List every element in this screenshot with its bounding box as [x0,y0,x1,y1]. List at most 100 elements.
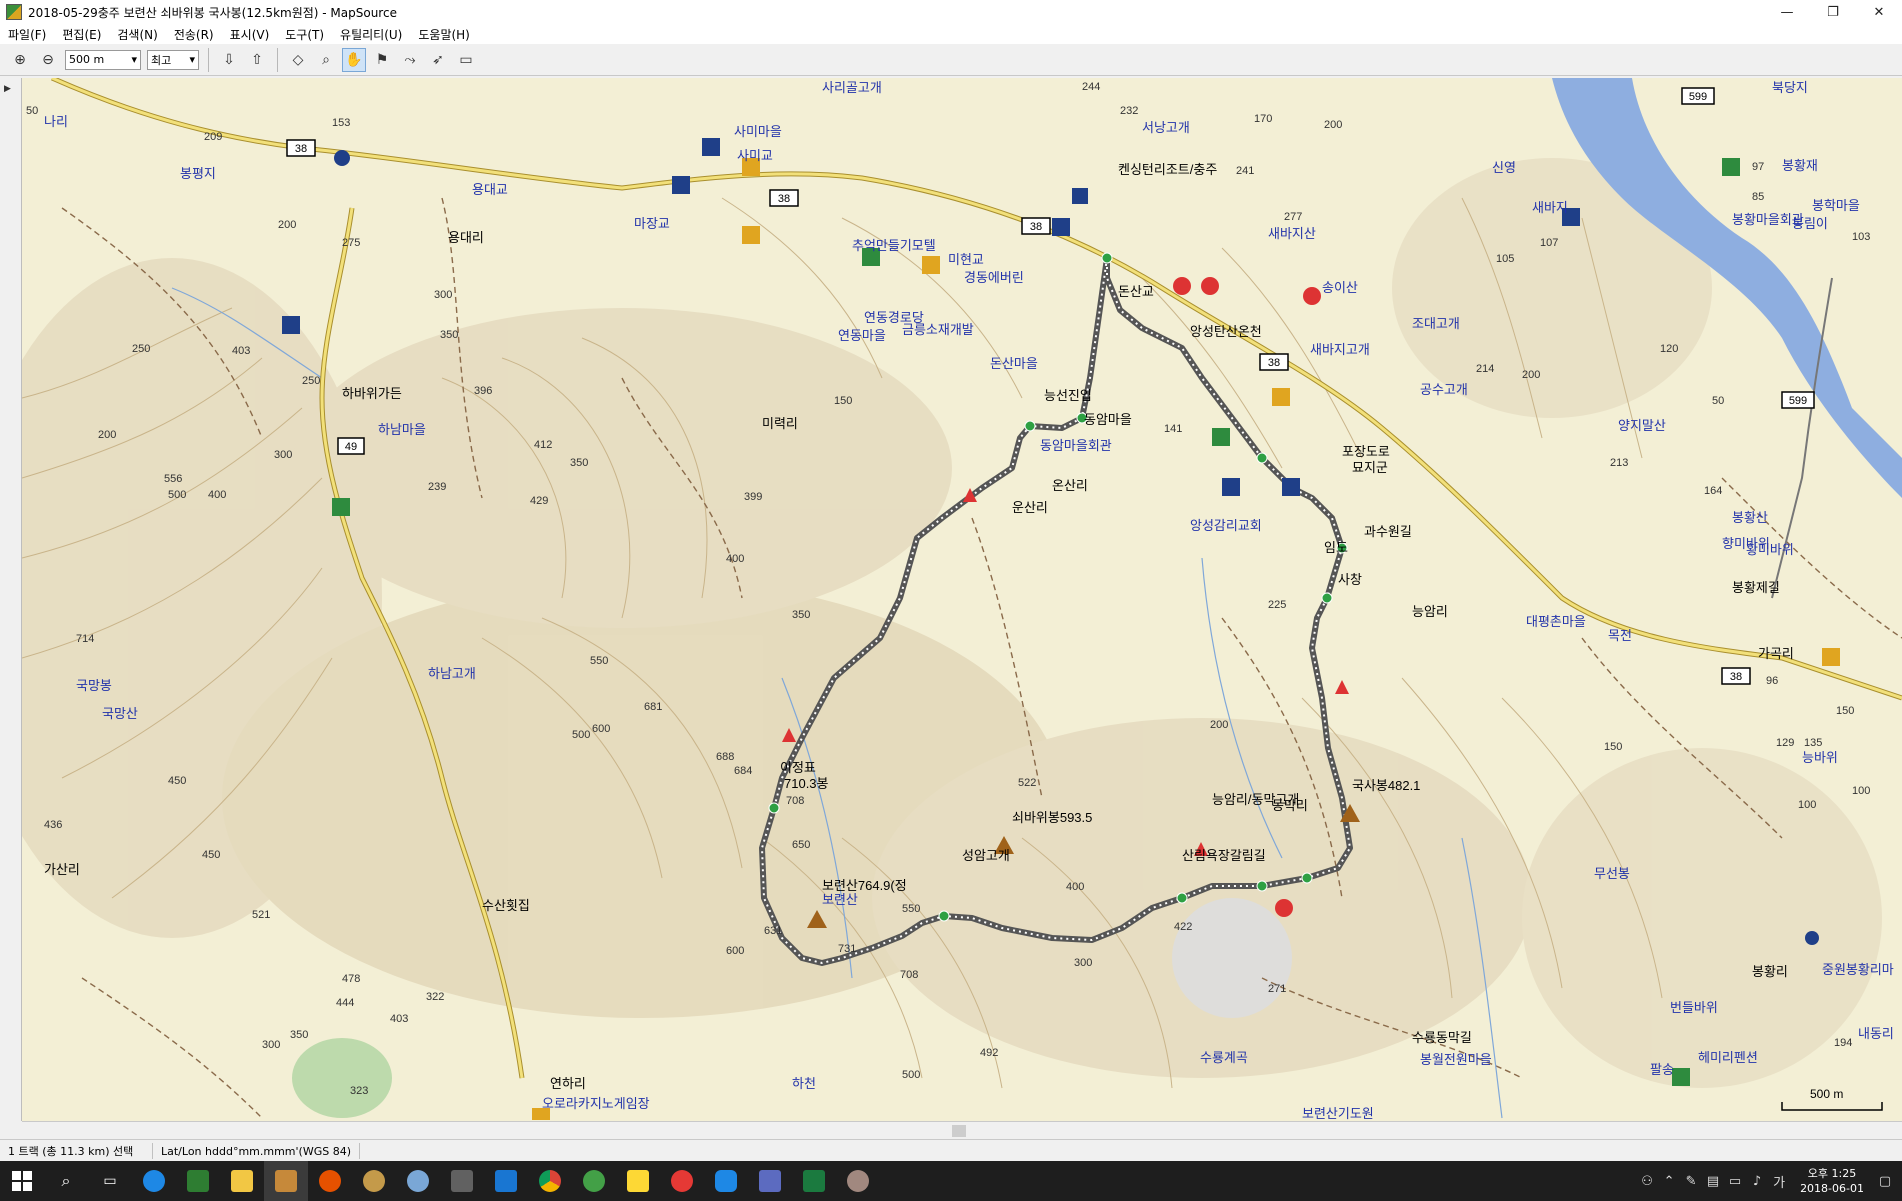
pen-icon[interactable]: ✎ [1680,1174,1702,1189]
lodging-icon[interactable] [922,256,940,274]
place-label[interactable]: 번들바위 [1670,1000,1718,1015]
waypoint-marker[interactable] [1321,592,1333,604]
app-document-icon[interactable] [748,1161,792,1201]
place-label[interactable]: 수산횟집 [482,898,530,913]
place-label[interactable]: 온산리 [1052,478,1088,493]
app-character2-icon[interactable] [836,1161,880,1201]
place-label[interactable]: 하남마을 [378,422,426,437]
waypoint-flag-tool-icon[interactable]: ⚑ [370,48,394,72]
green-poi-icon[interactable] [332,498,350,516]
restaurant-icon[interactable] [1222,478,1240,496]
place-label[interactable]: 사미교 [737,148,773,163]
parking-icon[interactable] [1201,277,1219,295]
hand-pan-tool-icon[interactable]: ✋ [342,47,366,72]
place-label[interactable]: 국망산 [102,706,138,721]
place-label[interactable]: 용대리 [448,230,484,245]
hospital-icon[interactable] [1072,188,1088,204]
place-label[interactable]: 팔송 [1650,1062,1674,1077]
internet-explorer-icon[interactable] [132,1161,176,1201]
app-camera-icon[interactable] [704,1161,748,1201]
gas-station-icon[interactable] [334,150,350,166]
place-label[interactable]: 새바지 [1532,200,1568,215]
place-label[interactable]: 사미마을 [734,124,782,139]
place-label[interactable]: 양지말산 [1618,418,1666,433]
place-label[interactable]: 신영 [1492,160,1516,175]
network-icon[interactable]: ▤ [1702,1174,1724,1189]
app-blue-icon[interactable] [484,1161,528,1201]
menu-find[interactable]: 검색(N) [109,26,165,43]
place-label[interactable]: 중원봉황리마 [1822,962,1894,977]
place-label[interactable]: 봉황산 [1732,510,1768,525]
waypoint-marker[interactable] [1301,872,1313,884]
send-to-device-icon[interactable]: ⇧ [245,48,269,72]
place-label[interactable]: 새바지산 [1268,226,1316,241]
app-star-icon[interactable] [308,1161,352,1201]
lodging-icon[interactable] [1272,388,1290,406]
place-label[interactable]: 사창 [1338,572,1362,587]
place-label[interactable]: 내동리 [1858,1026,1894,1041]
restore-button[interactable]: ❐ [1810,0,1856,24]
place-label[interactable]: 경동에버린 [964,270,1024,285]
place-label[interactable]: 봉림이 [1792,216,1828,231]
waypoint-marker[interactable] [1256,880,1268,892]
place-label[interactable]: 돈산마을 [990,356,1038,371]
excel-icon[interactable] [792,1161,836,1201]
zoom-in-icon[interactable]: ⊕ [8,48,32,72]
place-label[interactable]: 포장도로 [1342,444,1390,459]
place-label[interactable]: 나리 [44,114,68,129]
place-label[interactable]: 봉학마을 [1812,198,1860,213]
place-label[interactable]: 앙성탄산온천 [1190,324,1262,339]
map-horizontal-scrollbar[interactable] [22,1121,1902,1140]
place-label[interactable]: 710.3봉 [784,776,829,791]
restaurant-icon[interactable] [1282,478,1300,496]
place-label[interactable]: 하남고개 [428,666,476,681]
calculator-icon[interactable] [440,1161,484,1201]
chrome-icon[interactable] [528,1161,572,1201]
topographic-map[interactable]: 38 38 38 38 38 599 599 49 사리골고개 사미마을 사미교… [22,78,1902,1121]
place-label[interactable]: 산림욕장갈림길 [1182,848,1266,863]
place-label[interactable]: 동막리 [1272,798,1308,813]
place-label[interactable]: 묘지군 [1352,460,1388,475]
place-label[interactable]: 수룡계곡 [1200,1050,1248,1065]
zoom-out-icon[interactable]: ⊖ [36,48,60,72]
app-palette-icon[interactable] [396,1161,440,1201]
place-label[interactable]: 켄싱턴리조트/충주 [1118,162,1217,177]
place-label[interactable]: 봉월전원마을 [1420,1052,1492,1067]
close-button[interactable]: ✕ [1856,0,1902,24]
camera-icon[interactable] [1805,931,1819,945]
taskbar-clock[interactable]: 오후 1:25 2018-06-01 [1800,1166,1864,1196]
menu-utilities[interactable]: 유틸리티(U) [332,26,410,43]
selection-arrow-tool-icon[interactable]: ➶ [426,48,450,72]
place-label[interactable]: 목전 [1608,628,1632,643]
lodging-icon[interactable] [742,226,760,244]
menu-edit[interactable]: 편집(E) [54,26,109,43]
place-label[interactable]: 송이산 [1322,280,1358,295]
expand-panel-arrow-icon[interactable]: ▶ [4,84,16,96]
measure-distance-tool-icon[interactable]: ▭ [454,48,478,72]
start-button[interactable] [0,1161,44,1201]
search-icon[interactable]: ⌕ [44,1161,88,1201]
place-label[interactable]: 무선봉 [1594,866,1630,881]
route-tool-icon[interactable]: ⤳ [398,48,422,72]
place-label[interactable]: 가곡리 [1758,646,1794,661]
menu-transfer[interactable]: 전송(R) [166,26,222,43]
place-label[interactable]: 이정표 [780,760,816,775]
app-cloud-icon[interactable] [660,1161,704,1201]
place-label[interactable]: 북당지 [1772,80,1808,95]
place-label[interactable]: 능선진입 [1044,388,1092,403]
place-label[interactable]: 동암마을회관 [1040,438,1112,453]
place-label[interactable]: 연하리 [550,1076,586,1091]
parking-icon[interactable] [1173,277,1191,295]
restaurant-icon[interactable] [1052,218,1070,236]
kakaotalk-icon[interactable] [616,1161,660,1201]
green-poi-icon[interactable] [1212,428,1230,446]
place-label[interactable]: 하바위가든 [342,386,402,401]
place-label[interactable]: 쇠바위봉593.5 [1012,810,1092,825]
place-label[interactable]: 보련산764.9(정 [822,878,907,893]
chevron-up-icon[interactable]: ⌃ [1658,1174,1680,1189]
ime-indicator[interactable]: 가 [1768,1172,1790,1191]
waypoint-marker[interactable] [768,802,780,814]
scrollbar-thumb[interactable] [952,1125,966,1137]
detail-select[interactable]: 최고 ▾ [147,49,199,70]
place-label[interactable]: 미력리 [762,416,798,431]
